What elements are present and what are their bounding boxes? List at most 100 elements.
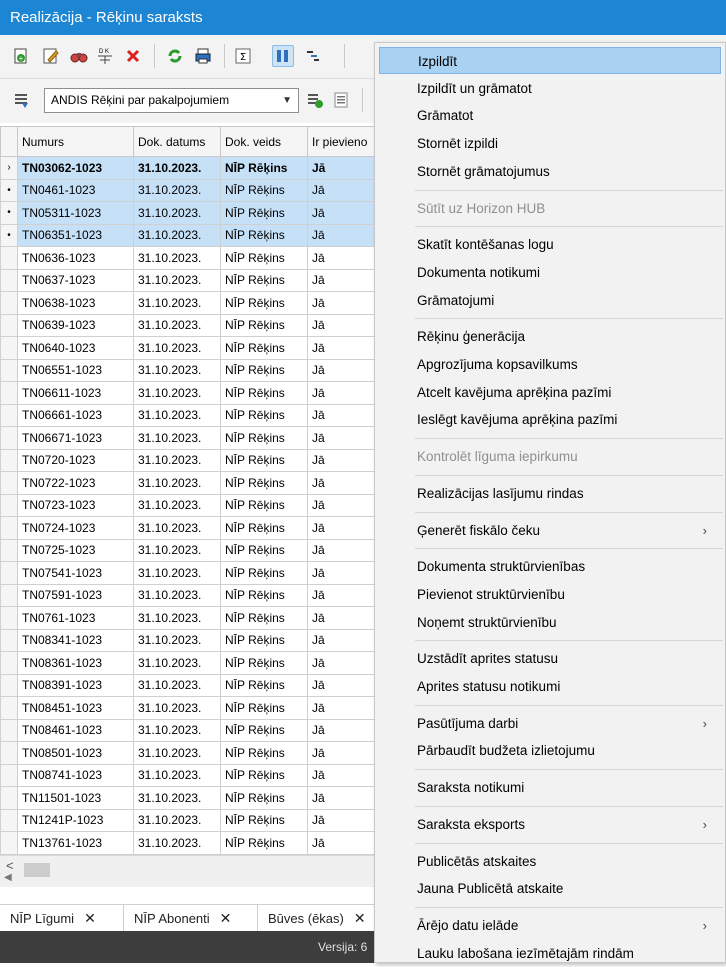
menu-item[interactable]: Izpildīt un grāmatot [379,75,721,102]
cell-dok-veids[interactable]: NĪP Rēķins [220,448,308,472]
cell-dok-datums[interactable]: 31.10.2023. [133,426,221,450]
table-row[interactable]: TN0640-1023 31.10.2023. NĪP Rēķins Jā [0,336,388,360]
cell-dok-veids[interactable]: NĪP Rēķins [220,358,308,382]
cell-numurs[interactable]: TN0639-1023 [17,313,134,337]
menu-item[interactable]: Stornēt grāmatojumus [379,158,721,185]
table-row[interactable]: › TN03062-1023 31.10.2023. NĪP Rēķins Jā [0,156,388,180]
table-row[interactable]: • TN06351-1023 31.10.2023. NĪP Rēķins Jā [0,223,388,247]
cell-dok-datums[interactable]: 31.10.2023. [133,741,221,765]
menu-item[interactable]: Stornēt izpildi [379,130,721,157]
cell-numurs[interactable]: TN13761-1023 [17,831,134,855]
cell-numurs[interactable]: TN0723-1023 [17,493,134,517]
cell-dok-datums[interactable]: 31.10.2023. [133,358,221,382]
table-row[interactable]: TN0723-1023 31.10.2023. NĪP Rēķins Jā [0,493,388,517]
menu-item[interactable]: Jauna Publicētā atskaite [379,875,721,902]
cell-numurs[interactable]: TN03062-1023 [17,156,134,180]
table-row[interactable]: TN07541-1023 31.10.2023. NĪP Rēķins Jā [0,561,388,585]
cell-dok-veids[interactable]: NĪP Rēķins [220,291,308,315]
scroll-left-icon[interactable]: < [6,858,14,873]
table-row[interactable]: TN0725-1023 31.10.2023. NĪP Rēķins Jā [0,538,388,562]
cell-numurs[interactable]: TN0722-1023 [17,471,134,495]
menu-item[interactable]: Pasūtījuma darbi › [379,710,721,737]
menu-item[interactable]: Aprites statusu notikumi [379,673,721,700]
cell-numurs[interactable]: TN0461-1023 [17,178,134,202]
table-row[interactable]: TN11501-1023 31.10.2023. NĪP Rēķins Jā [0,786,388,810]
filter-list-icon[interactable] [10,89,32,111]
menu-item[interactable]: Noņemt struktūrvienību [379,609,721,636]
menu-item[interactable]: Saraksta notikumi [379,774,721,801]
table-row[interactable]: TN08361-1023 31.10.2023. NĪP Rēķins Jā [0,651,388,675]
cell-dok-veids[interactable]: NĪP Rēķins [220,651,308,675]
cell-dok-veids[interactable]: NĪP Rēķins [220,741,308,765]
cell-dok-datums[interactable]: 31.10.2023. [133,471,221,495]
menu-item[interactable]: Saraksta eksports › [379,811,721,838]
menu-item[interactable]: Realizācijas lasījumu rindas [379,480,721,507]
cell-dok-veids[interactable]: NĪP Rēķins [220,538,308,562]
cell-dok-datums[interactable]: 31.10.2023. [133,718,221,742]
sum-icon[interactable]: Σ [232,45,254,67]
menu-item[interactable]: Ārējo datu ielāde › [379,912,721,939]
tab-buves-ekas[interactable]: Būves (ēkas) ✕ [258,905,388,932]
close-icon[interactable]: ✕ [220,910,232,926]
cell-numurs[interactable]: TN05311-1023 [17,201,134,225]
cell-numurs[interactable]: TN08741-1023 [17,763,134,787]
cell-dok-datums[interactable]: 31.10.2023. [133,651,221,675]
cell-numurs[interactable]: TN08451-1023 [17,696,134,720]
table-row[interactable]: TN0722-1023 31.10.2023. NĪP Rēķins Jā [0,471,388,495]
table-row[interactable]: TN08451-1023 31.10.2023. NĪP Rēķins Jā [0,696,388,720]
cell-numurs[interactable]: TN06671-1023 [17,426,134,450]
cell-numurs[interactable]: TN0724-1023 [17,516,134,540]
cell-dok-veids[interactable]: NĪP Rēķins [220,426,308,450]
expand-arrow-icon[interactable]: ◀ [4,872,12,883]
cell-dok-veids[interactable]: NĪP Rēķins [220,403,308,427]
cell-dok-datums[interactable]: 31.10.2023. [133,336,221,360]
cell-dok-veids[interactable]: NĪP Rēķins [220,493,308,517]
cell-numurs[interactable]: TN08341-1023 [17,628,134,652]
cell-dok-veids[interactable]: NĪP Rēķins [220,808,308,832]
menu-item[interactable]: Ģenerēt fiskālo čeku › [379,517,721,544]
add-filter-icon[interactable] [304,89,326,111]
cell-dok-datums[interactable]: 31.10.2023. [133,583,221,607]
cell-dok-datums[interactable]: 31.10.2023. [133,313,221,337]
column-header-dok-datums[interactable]: Dok. datums [133,126,221,157]
cell-numurs[interactable]: TN06661-1023 [17,403,134,427]
cell-numurs[interactable]: TN11501-1023 [17,786,134,810]
cell-numurs[interactable]: TN08501-1023 [17,741,134,765]
table-row[interactable]: TN06661-1023 31.10.2023. NĪP Rēķins Jā [0,403,388,427]
cell-dok-datums[interactable]: 31.10.2023. [133,673,221,697]
table-row[interactable]: TN0639-1023 31.10.2023. NĪP Rēķins Jā [0,313,388,337]
menu-item[interactable]: Grāmatojumi [379,287,721,314]
cell-dok-veids[interactable]: NĪP Rēķins [220,583,308,607]
cell-numurs[interactable]: TN0761-1023 [17,606,134,630]
table-row[interactable]: TN0636-1023 31.10.2023. NĪP Rēķins Jā [0,246,388,270]
cell-dok-veids[interactable]: NĪP Rēķins [220,246,308,270]
cell-numurs[interactable]: TN06351-1023 [17,223,134,247]
menu-item[interactable]: Skatīt kontēšanas logu [379,231,721,258]
cell-numurs[interactable]: TN0637-1023 [17,268,134,292]
cell-dok-datums[interactable]: 31.10.2023. [133,178,221,202]
cell-dok-veids[interactable]: NĪP Rēķins [220,336,308,360]
cell-numurs[interactable]: TN0725-1023 [17,538,134,562]
cell-dok-veids[interactable]: NĪP Rēķins [220,471,308,495]
cell-numurs[interactable]: TN06551-1023 [17,358,134,382]
cell-numurs[interactable]: TN1241P-1023 [17,808,134,832]
cell-dok-veids[interactable]: NĪP Rēķins [220,223,308,247]
cell-numurs[interactable]: TN08391-1023 [17,673,134,697]
cell-dok-datums[interactable]: 31.10.2023. [133,538,221,562]
table-row[interactable]: TN0637-1023 31.10.2023. NĪP Rēķins Jā [0,268,388,292]
delete-x-icon[interactable] [122,45,144,67]
cell-dok-veids[interactable]: NĪP Rēķins [220,561,308,585]
cell-dok-veids[interactable]: NĪP Rēķins [220,696,308,720]
cell-dok-veids[interactable]: NĪP Rēķins [220,381,308,405]
table-row[interactable]: TN0638-1023 31.10.2023. NĪP Rēķins Jā [0,291,388,315]
table-row[interactable]: TN13761-1023 31.10.2023. NĪP Rēķins Jā [0,831,388,855]
scrollbar-thumb[interactable] [24,863,50,877]
filter-select[interactable]: ANDIS Rēķini par pakalpojumiem ▼ [44,88,299,113]
cell-dok-datums[interactable]: 31.10.2023. [133,606,221,630]
table-row[interactable]: • TN0461-1023 31.10.2023. NĪP Rēķins Jā [0,178,388,202]
cell-numurs[interactable]: TN0720-1023 [17,448,134,472]
cell-dok-datums[interactable]: 31.10.2023. [133,381,221,405]
menu-item[interactable]: Rēķinu ģenerācija [379,323,721,350]
cell-dok-veids[interactable]: NĪP Rēķins [220,786,308,810]
cell-numurs[interactable]: TN07541-1023 [17,561,134,585]
